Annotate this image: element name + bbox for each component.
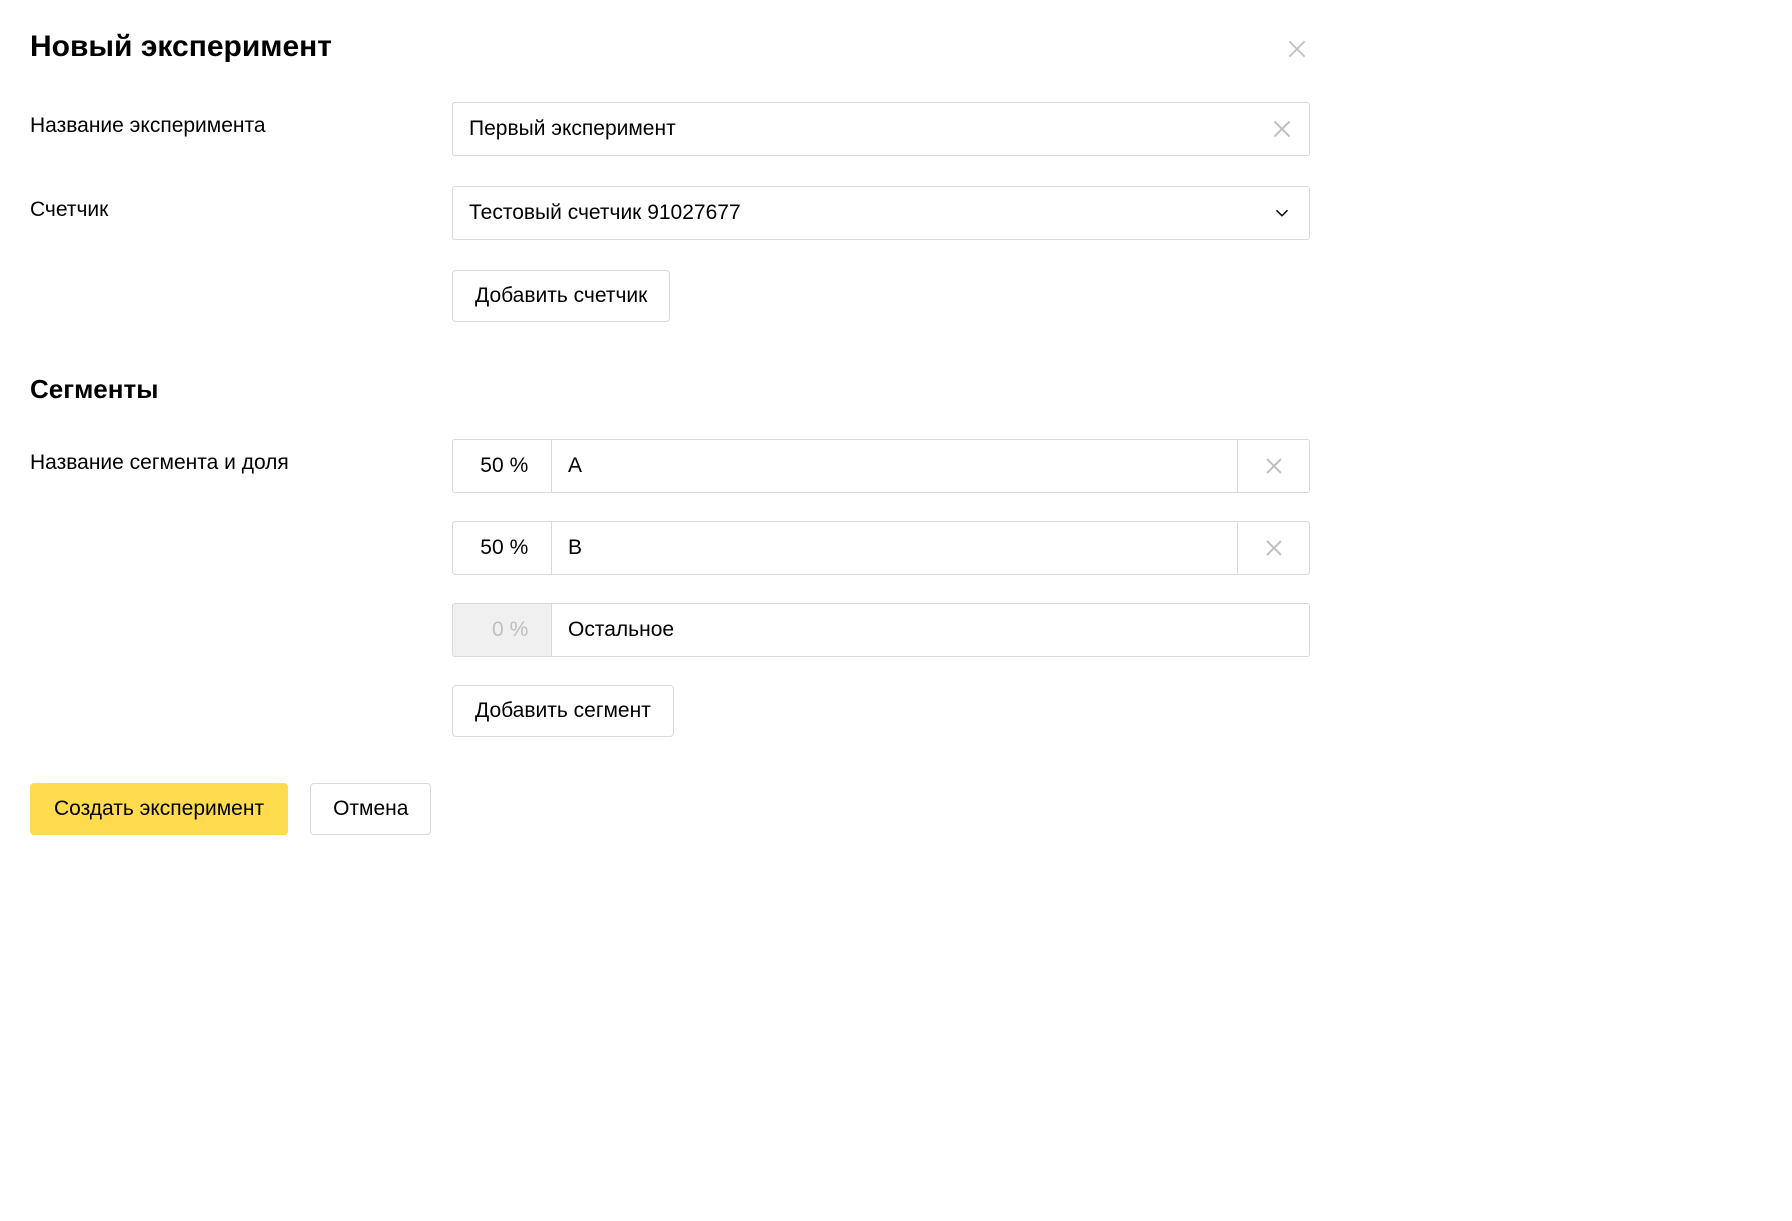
chevron-down-icon [1271,202,1293,224]
segment-name-wrap [552,521,1238,575]
percent-symbol: % [510,454,529,478]
segment-percent-value: 50 [476,454,504,478]
remainder-percent-value: 0 [476,618,504,642]
add-counter-row: Добавить счетчик [452,270,1310,322]
close-icon [1262,454,1286,478]
close-icon [1262,536,1286,560]
remainder-name-input [552,604,1309,656]
close-icon [1284,36,1310,62]
add-counter-button[interactable]: Добавить счетчик [452,270,670,322]
remove-segment-button[interactable] [1238,521,1310,575]
dialog-footer: Создать эксперимент Отмена [30,783,1310,835]
counter-row: Счетчик Тестовый счетчик 91027677 [30,186,1310,240]
close-dialog-button[interactable] [1284,36,1310,62]
cancel-button[interactable]: Отмена [310,783,431,835]
experiment-name-input[interactable] [453,103,1255,155]
segment-name-input[interactable] [552,440,1237,492]
clear-name-button[interactable] [1255,103,1309,155]
segment-item: 50 % [452,439,1310,493]
segments-heading: Сегменты [30,374,1310,405]
close-icon [1269,116,1295,142]
experiment-name-label: Название эксперимента [30,102,452,138]
create-experiment-button[interactable]: Создать эксперимент [30,783,288,835]
experiment-dialog: Новый эксперимент Название эксперимента … [30,30,1310,835]
dialog-title: Новый эксперимент [30,30,1310,64]
remainder-percent-box: 0 % [452,603,552,657]
remainder-name-wrap [552,603,1310,657]
experiment-name-row: Название эксперимента [30,102,1310,156]
segments-row-label: Название сегмента и доля [30,439,452,475]
counter-select-value: Тестовый счетчик 91027677 [453,201,1255,225]
segment-remainder: 0 % [452,603,1310,657]
add-segment-button[interactable]: Добавить сегмент [452,685,674,737]
remove-segment-button[interactable] [1238,439,1310,493]
counter-label: Счетчик [30,186,452,222]
segment-percent-value: 50 [476,536,504,560]
counter-select-chevron [1255,187,1309,239]
segment-percent-box[interactable]: 50 % [452,439,552,493]
segments-row: Название сегмента и доля 50 % 50 [30,439,1310,737]
segment-item: 50 % [452,521,1310,575]
add-segment-row: Добавить сегмент [452,685,1310,737]
experiment-name-input-wrap [452,102,1310,156]
segment-percent-box[interactable]: 50 % [452,521,552,575]
segment-name-input[interactable] [552,522,1237,574]
counter-select[interactable]: Тестовый счетчик 91027677 [452,186,1310,240]
percent-symbol: % [510,618,529,642]
segment-name-wrap [552,439,1238,493]
percent-symbol: % [510,536,529,560]
segments-list: 50 % 50 % [452,439,1310,737]
